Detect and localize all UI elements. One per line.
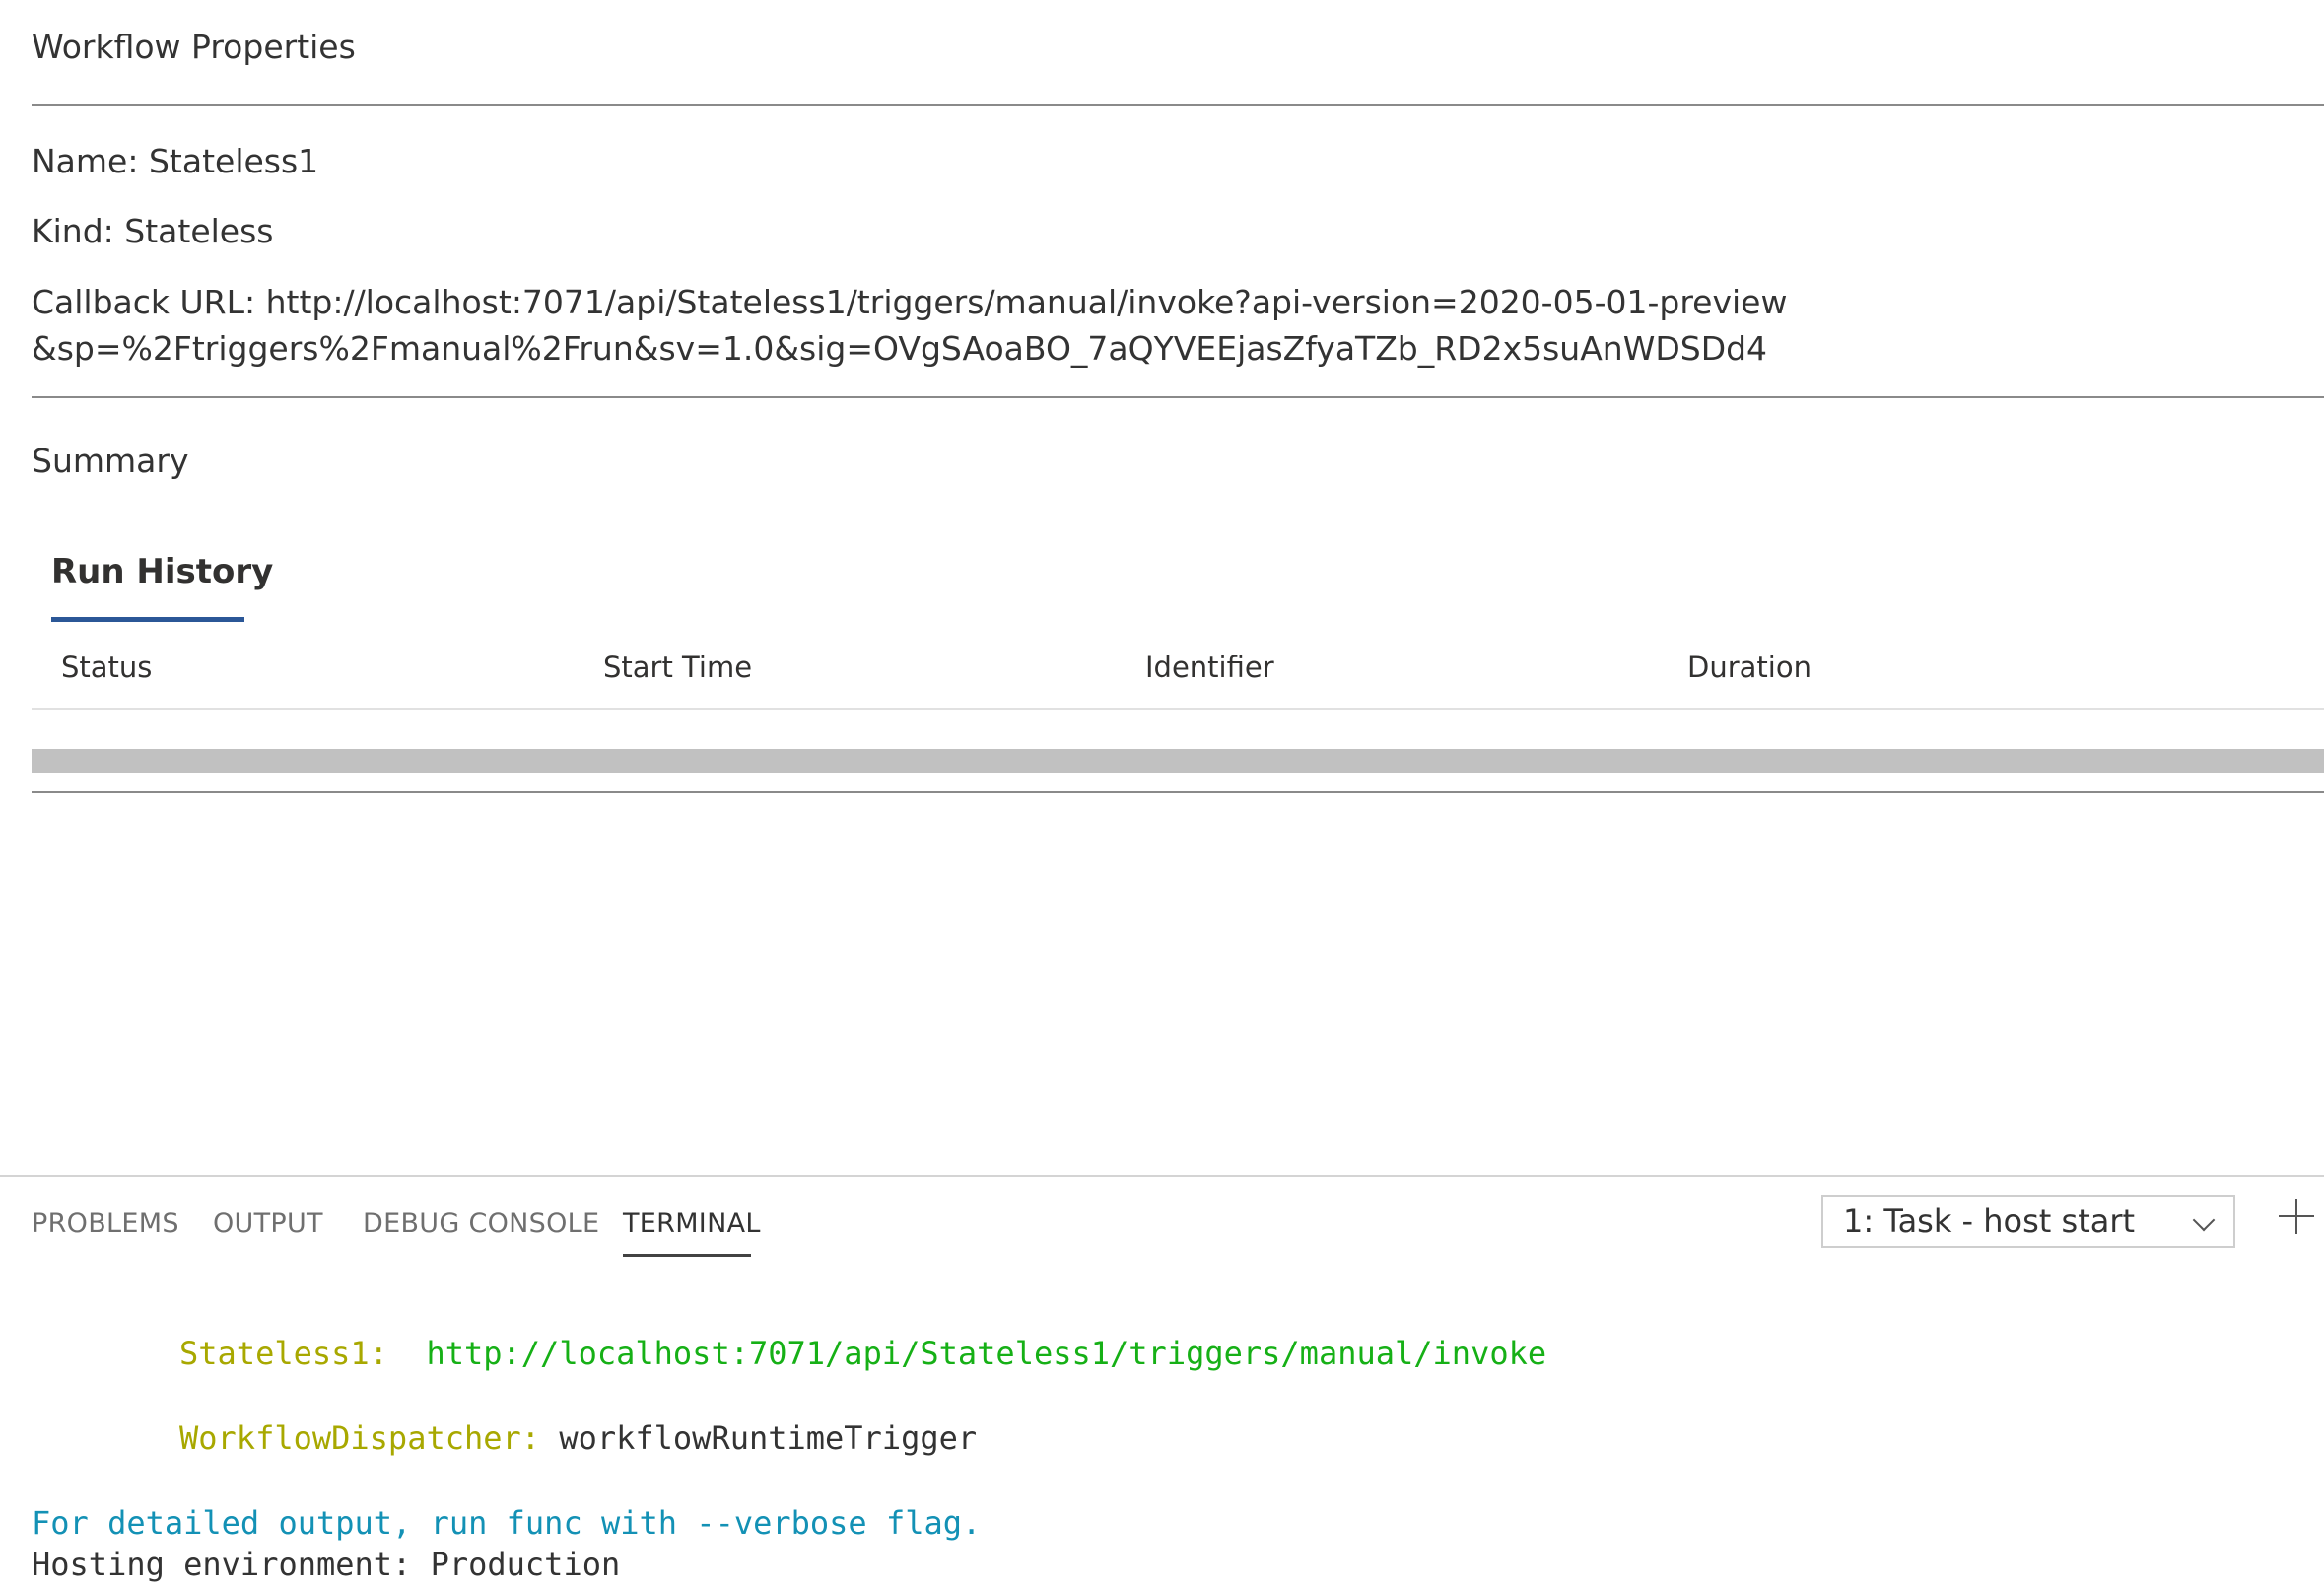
column-header-duration[interactable]: Duration bbox=[1687, 651, 1811, 684]
column-header-identifier[interactable]: Identifier bbox=[1145, 651, 1274, 684]
tab-problems[interactable]: PROBLEMS bbox=[32, 1208, 179, 1239]
callback-url[interactable]: Callback URL: http://localhost:7071/api/… bbox=[32, 279, 1806, 372]
divider bbox=[32, 791, 2324, 793]
bottom-panel: PROBLEMS OUTPUT DEBUG CONSOLE TERMINAL 1… bbox=[0, 1175, 2324, 1586]
section-title: Workflow Properties bbox=[32, 28, 356, 66]
terminal-label: Stateless1: bbox=[179, 1335, 388, 1372]
column-header-status[interactable]: Status bbox=[61, 651, 152, 684]
tab-terminal[interactable]: TERMINAL bbox=[623, 1208, 761, 1239]
terminal-line: For detailed output, run func with --ver… bbox=[32, 1504, 982, 1542]
terminal-label: WorkflowDispatcher: bbox=[179, 1419, 541, 1457]
tab-output[interactable]: OUTPUT bbox=[213, 1208, 323, 1239]
page: Workflow Properties Name: Stateless1 Kin… bbox=[0, 0, 2324, 1586]
terminal-select-value: 1: Task - host start bbox=[1843, 1203, 2136, 1240]
terminal-select[interactable]: 1: Task - host start bbox=[1821, 1195, 2235, 1248]
terminal-value: workflowRuntimeTrigger bbox=[559, 1419, 978, 1457]
horizontal-scrollbar[interactable] bbox=[32, 749, 2324, 773]
divider bbox=[32, 104, 2324, 106]
tab-run-history[interactable]: Run History bbox=[51, 552, 273, 609]
divider bbox=[32, 396, 2324, 398]
active-tab-indicator bbox=[623, 1254, 751, 1257]
workflow-name: Name: Stateless1 bbox=[32, 142, 319, 180]
terminal-line: Stateless1: http://localhost:7071/api/St… bbox=[179, 1335, 1546, 1372]
table-header-divider bbox=[32, 708, 2324, 710]
summary-title: Summary bbox=[32, 442, 189, 480]
terminal-line: Hosting environment: Production bbox=[32, 1546, 621, 1583]
workflow-kind: Kind: Stateless bbox=[32, 212, 274, 250]
column-header-start-time[interactable]: Start Time bbox=[603, 651, 752, 684]
terminal-url[interactable]: http://localhost:7071/api/Stateless1/tri… bbox=[426, 1335, 1546, 1372]
tab-debug-console[interactable]: DEBUG CONSOLE bbox=[363, 1208, 599, 1239]
active-tab-indicator bbox=[51, 617, 244, 622]
terminal-line: WorkflowDispatcher: workflowRuntimeTrigg… bbox=[179, 1419, 977, 1457]
chevron-down-icon bbox=[2192, 1208, 2216, 1232]
new-terminal-plus-icon[interactable] bbox=[2279, 1199, 2314, 1234]
